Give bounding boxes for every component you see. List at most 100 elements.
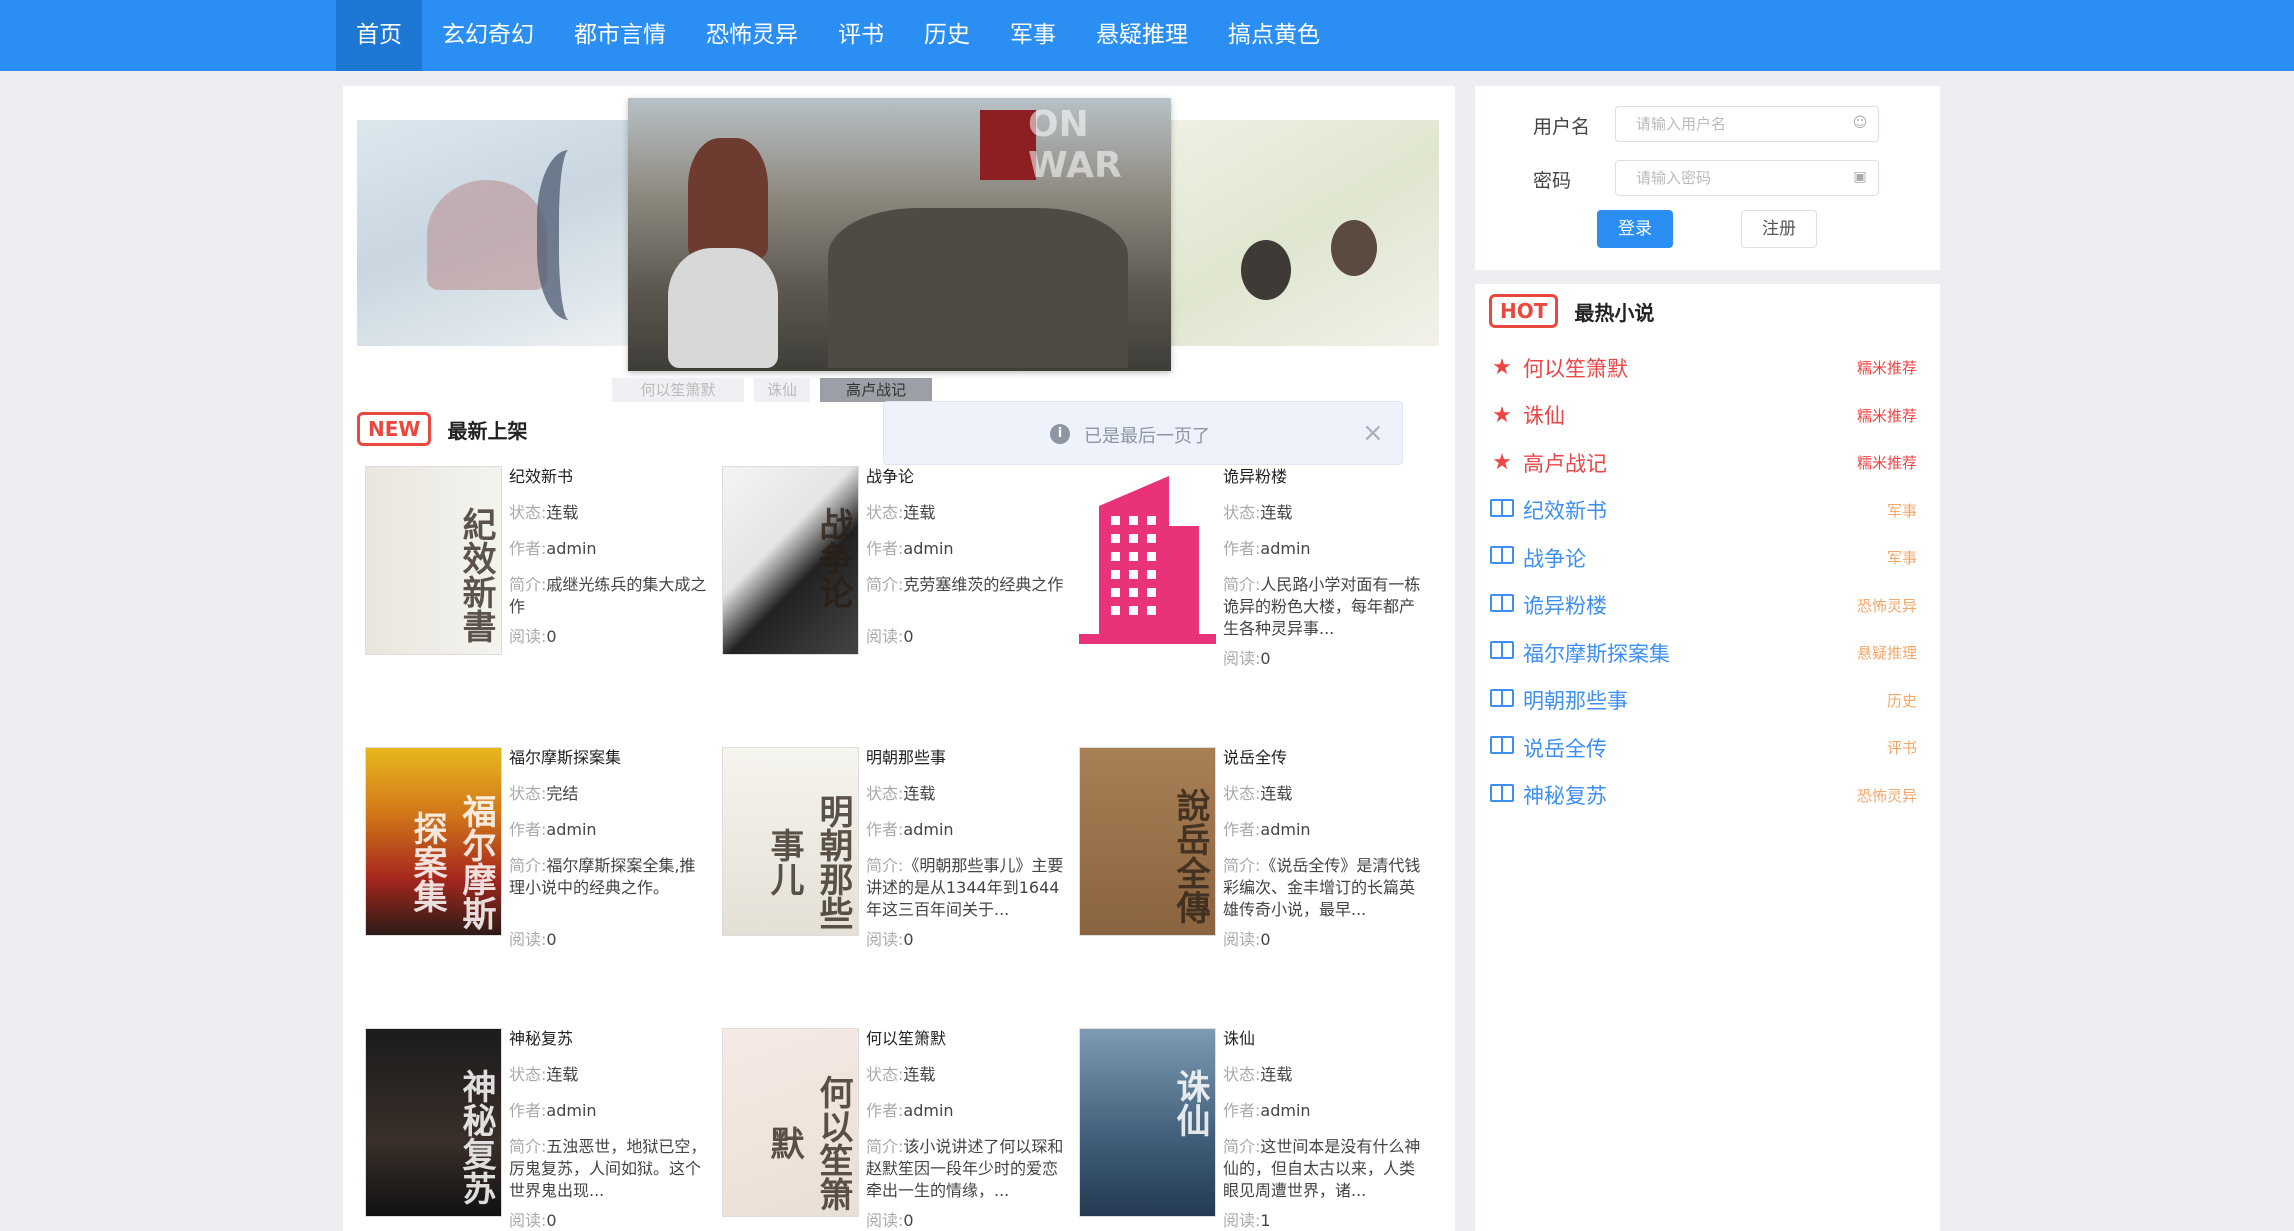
carousel-slide-current[interactable]: ON WAR <box>628 98 1171 371</box>
book-title[interactable]: 战争论 <box>866 466 1066 488</box>
hot-item-name[interactable]: 纪效新书 <box>1523 495 1607 525</box>
hot-item[interactable]: ★ 何以笙箫默 糯米推荐 <box>1489 344 1925 392</box>
nav-item-3[interactable]: 恐怖灵异 <box>686 0 818 71</box>
nav-item-1[interactable]: 玄幻奇幻 <box>422 0 554 71</box>
hot-item[interactable]: 纪效新书 军事 <box>1489 487 1925 535</box>
book-title[interactable]: 纪效新书 <box>509 466 709 488</box>
status-value: 完结 <box>546 784 579 803</box>
banner-carousel[interactable]: ON WAR 何以笙箫默 诛仙 高卢战记 <box>357 98 1439 402</box>
hot-item[interactable]: 诡异粉楼 恐怖灵异 <box>1489 582 1925 630</box>
book-grid: 紀效新書 纪效新书 状态:连载 作者:admin 简介:戚继光练兵的集大成之作 阅读:0 战… <box>365 466 1437 1231</box>
nav-item-4[interactable]: 评书 <box>818 0 904 71</box>
hot-item-category: 历史 <box>1886 691 1917 710</box>
book-title[interactable]: 说岳全传 <box>1223 747 1423 769</box>
book-title[interactable]: 神秘复苏 <box>509 1028 709 1050</box>
book-reads: 阅读:0 <box>866 929 1066 951</box>
book-card[interactable]: 诛仙 诛仙 状态:连载 作者:admin 简介:这世间本是没有什么神仙的，但自太古以来，… <box>1079 1028 1424 1230</box>
close-icon[interactable]: × <box>1362 418 1384 448</box>
hot-item[interactable]: 明朝那些事 历史 <box>1489 677 1925 725</box>
username-placeholder: 请输入用户名 <box>1636 115 1727 133</box>
book-summary: 简介:人民路小学对面有一栋诡异的粉色大楼，每年都产生各种灵异事... <box>1223 574 1423 640</box>
username-input[interactable]: 请输入用户名 ☺ <box>1615 106 1879 142</box>
hot-item[interactable]: 说岳全传 评书 <box>1489 724 1925 772</box>
reads-label: 阅读: <box>509 627 547 646</box>
book-card[interactable]: 诡异粉楼 状态:连载 作者:admin 简介:人民路小学对面有一栋诡异的粉色大楼，每年… <box>1079 466 1424 668</box>
book-cover[interactable]: 紀效新書 <box>365 466 502 655</box>
hot-badge: HOT <box>1489 294 1559 328</box>
slide-watermark: ON WAR <box>1028 104 1122 186</box>
carousel-slide-next[interactable] <box>1171 120 1439 346</box>
reads-label: 阅读: <box>866 627 904 646</box>
summary-label: 简介: <box>509 575 547 594</box>
carousel-indicator-2[interactable]: 诛仙 <box>754 378 810 402</box>
nav-item-0[interactable]: 首页 <box>336 0 422 71</box>
cover-title: 紀效新書 <box>456 507 496 643</box>
hot-item[interactable]: ★ 高卢战记 糯米推荐 <box>1489 439 1925 487</box>
password-input[interactable]: 请输入密码 ▣ <box>1615 160 1879 196</box>
book-icon <box>1489 688 1515 713</box>
hot-item-name[interactable]: 战争论 <box>1523 543 1586 573</box>
latest-section-title: 最新上架 <box>447 418 528 443</box>
hot-item-name[interactable]: 高卢战记 <box>1523 448 1607 478</box>
book-info: 诡异粉楼 状态:连载 作者:admin 简介:人民路小学对面有一栋诡异的粉色大楼，每年… <box>1223 466 1423 684</box>
book-status: 状态:连载 <box>509 502 709 524</box>
hot-item-category: 评书 <box>1886 739 1917 758</box>
hot-item-name[interactable]: 诡异粉楼 <box>1523 590 1607 620</box>
status-label: 状态: <box>509 1065 547 1084</box>
carousel-indicator-1[interactable]: 何以笙箫默 <box>612 378 744 402</box>
top-nav-bar: 首页 玄幻奇幻 都市言情 恐怖灵异 评书 历史 军事 悬疑推理 搞点黄色 <box>0 0 2294 71</box>
book-cover[interactable]: 福尔摩斯探案集 <box>365 747 502 936</box>
hot-item-category: 糯米推荐 <box>1856 406 1917 425</box>
carousel-slide-prev[interactable] <box>357 120 657 346</box>
hot-item-category: 恐怖灵异 <box>1856 596 1917 615</box>
hot-item-name[interactable]: 何以笙箫默 <box>1523 353 1628 383</box>
register-button[interactable]: 注册 <box>1741 210 1817 248</box>
hot-item[interactable]: 神秘复苏 恐怖灵异 <box>1489 772 1925 820</box>
nav-item-8[interactable]: 搞点黄色 <box>1208 0 1340 71</box>
hot-item-name[interactable]: 说岳全传 <box>1523 733 1607 763</box>
book-cover[interactable]: 战争论 <box>722 466 859 655</box>
reads-value: 0 <box>903 930 914 949</box>
nav-menu: 首页 玄幻奇幻 都市言情 恐怖灵异 评书 历史 军事 悬疑推理 搞点黄色 <box>336 0 1340 71</box>
nav-item-5[interactable]: 历史 <box>904 0 990 71</box>
book-card[interactable]: 何以笙箫默 何以笙箫默 状态:连载 作者:admin 简介:该小说讲述了何以琛和赵默笙因… <box>722 1028 1067 1230</box>
book-status: 状态:连载 <box>1223 502 1423 524</box>
hot-item-name[interactable]: 诛仙 <box>1523 400 1565 430</box>
book-title[interactable]: 明朝那些事 <box>866 747 1066 769</box>
login-button[interactable]: 登录 <box>1597 210 1673 248</box>
book-card[interactable]: 說岳全傳 说岳全传 状态:连载 作者:admin 简介:《说岳全传》是清代钱彩编次、金丰… <box>1079 747 1424 949</box>
book-card[interactable]: 战争论 战争论 状态:连载 作者:admin 简介:克劳塞维茨的经典之作 阅读:0 <box>722 466 1067 658</box>
book-card[interactable]: 明朝那些事儿 明朝那些事 状态:连载 作者:admin 简介:《明朝那些事儿》主要讲述的… <box>722 747 1067 949</box>
hot-item-name[interactable]: 福尔摩斯探案集 <box>1523 638 1670 668</box>
book-status: 状态:连载 <box>866 502 1066 524</box>
hot-item-name[interactable]: 神秘复苏 <box>1523 780 1607 810</box>
book-card[interactable]: 神秘复苏 神秘复苏 状态:连载 作者:admin 简介:五浊恶世，地狱已空，厉鬼复苏，人… <box>365 1028 710 1230</box>
hot-item-category: 悬疑推理 <box>1856 644 1917 663</box>
nav-item-7[interactable]: 悬疑推理 <box>1076 0 1208 71</box>
book-title[interactable]: 福尔摩斯探案集 <box>509 747 709 769</box>
book-cover[interactable] <box>1079 466 1216 655</box>
book-title[interactable]: 诛仙 <box>1223 1028 1423 1050</box>
book-cover[interactable]: 诛仙 <box>1079 1028 1216 1217</box>
book-title[interactable]: 诡异粉楼 <box>1223 466 1423 488</box>
hot-item-name[interactable]: 明朝那些事 <box>1523 685 1628 715</box>
book-title[interactable]: 何以笙箫默 <box>866 1028 1066 1050</box>
hot-item[interactable]: 福尔摩斯探案集 悬疑推理 <box>1489 629 1925 677</box>
carousel-indicator-3[interactable]: 高卢战记 <box>820 378 932 402</box>
book-cover[interactable]: 何以笙箫默 <box>722 1028 859 1217</box>
nav-item-6[interactable]: 军事 <box>990 0 1076 71</box>
hot-item[interactable]: 战争论 军事 <box>1489 534 1925 582</box>
book-card[interactable]: 福尔摩斯探案集 福尔摩斯探案集 状态:完结 作者:admin 简介:福尔摩斯探案全集,推… <box>365 747 710 949</box>
book-cover[interactable]: 說岳全傳 <box>1079 747 1216 936</box>
author-label: 作者: <box>509 1101 547 1120</box>
book-card[interactable]: 紀效新書 纪效新书 状态:连载 作者:admin 简介:戚继光练兵的集大成之作 阅读:0 <box>365 466 710 658</box>
book-cover[interactable]: 神秘复苏 <box>365 1028 502 1217</box>
hot-item[interactable]: ★ 诛仙 糯米推荐 <box>1489 392 1925 440</box>
book-cover[interactable]: 明朝那些事儿 <box>722 747 859 936</box>
book-author: 作者:admin <box>866 538 1066 560</box>
slide-art <box>828 208 1128 368</box>
reads-value: 0 <box>903 627 914 646</box>
status-label: 状态: <box>866 503 904 522</box>
book-summary: 简介:《明朝那些事儿》主要讲述的是从1344年到1644年这三百年间关于... <box>866 855 1066 921</box>
nav-item-2[interactable]: 都市言情 <box>554 0 686 71</box>
